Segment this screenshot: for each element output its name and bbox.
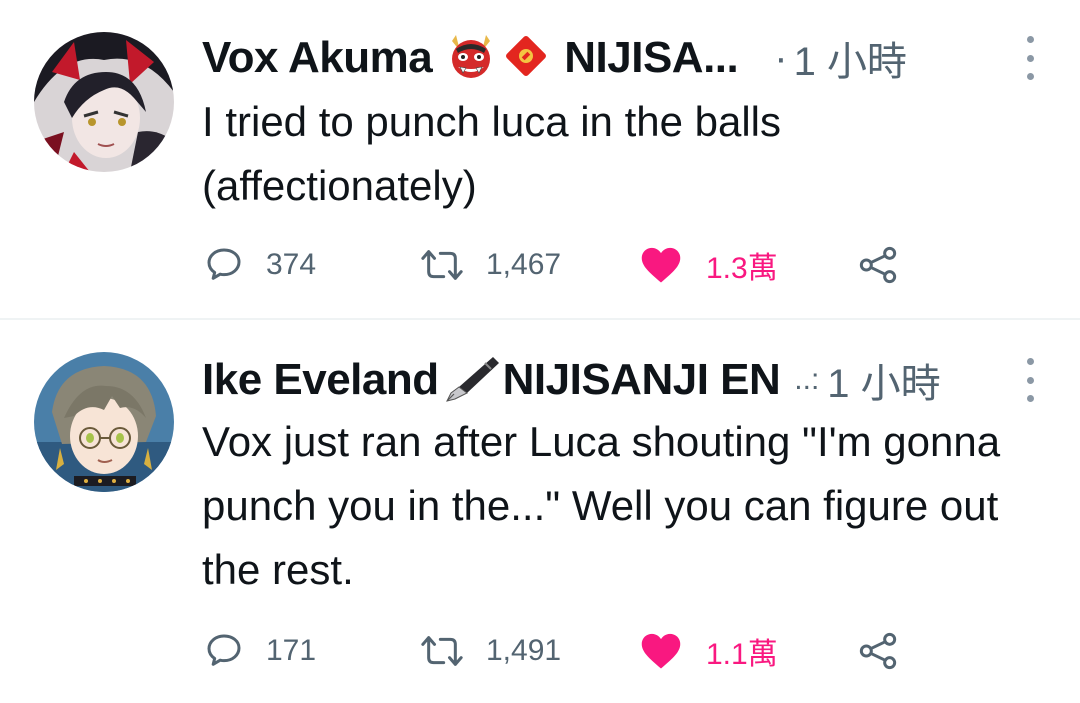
tweet-text: Vox just ran after Luca shouting "I'm go…: [202, 418, 1001, 593]
tweet-2[interactable]: Ike Eveland NIJISANJI EN ..: 1 小時 Vox ju…: [0, 320, 1080, 703]
heart-filled-icon: [641, 247, 681, 283]
tweet-header: Ike Eveland NIJISANJI EN ..: 1 小時: [202, 350, 1040, 410]
retweet-icon: [421, 636, 463, 666]
like-button[interactable]: 1.1萬: [640, 626, 778, 676]
red-envelope-emoji: [502, 32, 550, 85]
reply-icon: [207, 634, 241, 666]
avatar-ike[interactable]: [34, 352, 174, 492]
ogre-mask-emoji: [446, 31, 496, 86]
fountain-pen-emoji: [441, 353, 499, 408]
author-affiliation[interactable]: NIJISANJI EN: [503, 355, 781, 405]
more-options-icon[interactable]: [1020, 358, 1040, 402]
author-name[interactable]: Ike Eveland: [202, 355, 439, 405]
share-icon: [859, 632, 897, 670]
share-icon: [859, 246, 897, 284]
share-button[interactable]: [858, 240, 898, 290]
tweet-header: Vox Akuma NIJISA... · 1 小時: [202, 28, 1040, 88]
share-button[interactable]: [858, 626, 898, 676]
tweet-dot: ..:: [794, 363, 820, 396]
tweet-actions: 171 1,491 1.1萬: [202, 626, 922, 676]
tweet-timestamp[interactable]: 1 小時: [827, 351, 940, 409]
reply-count: 171: [266, 634, 317, 667]
author-name[interactable]: Vox Akuma: [202, 33, 433, 83]
more-options-icon[interactable]: [1020, 36, 1040, 80]
retweet-button[interactable]: 1,467: [420, 240, 561, 290]
author-affiliation[interactable]: NIJISA...: [564, 33, 739, 83]
heart-filled-icon: [641, 633, 681, 669]
reply-icon: [207, 248, 241, 280]
tweet-text: I tried to punch luca in the balls (affe…: [202, 98, 782, 209]
reply-count: 374: [266, 248, 317, 281]
like-button[interactable]: 1.3萬: [640, 240, 778, 290]
tweet-timestamp[interactable]: 1 小時: [794, 29, 907, 87]
avatar-vox[interactable]: [34, 32, 174, 172]
tweet-1[interactable]: Vox Akuma NIJISA... · 1 小時 I tried to pu…: [0, 0, 1080, 318]
retweet-button[interactable]: 1,491: [420, 626, 561, 676]
retweet-count: 1,467: [486, 248, 562, 281]
tweet-feed: Vox Akuma NIJISA... · 1 小時 I tried to pu…: [0, 0, 1080, 703]
tweet-actions: 374 1,467 1.3萬: [202, 240, 922, 290]
like-count: 1.3萬: [706, 252, 778, 285]
retweet-icon: [421, 250, 463, 280]
like-count: 1.1萬: [706, 638, 778, 671]
retweet-count: 1,491: [486, 634, 562, 667]
tweet-dot: ·: [774, 35, 788, 80]
reply-button[interactable]: 374: [204, 240, 316, 290]
reply-button[interactable]: 171: [204, 626, 316, 676]
